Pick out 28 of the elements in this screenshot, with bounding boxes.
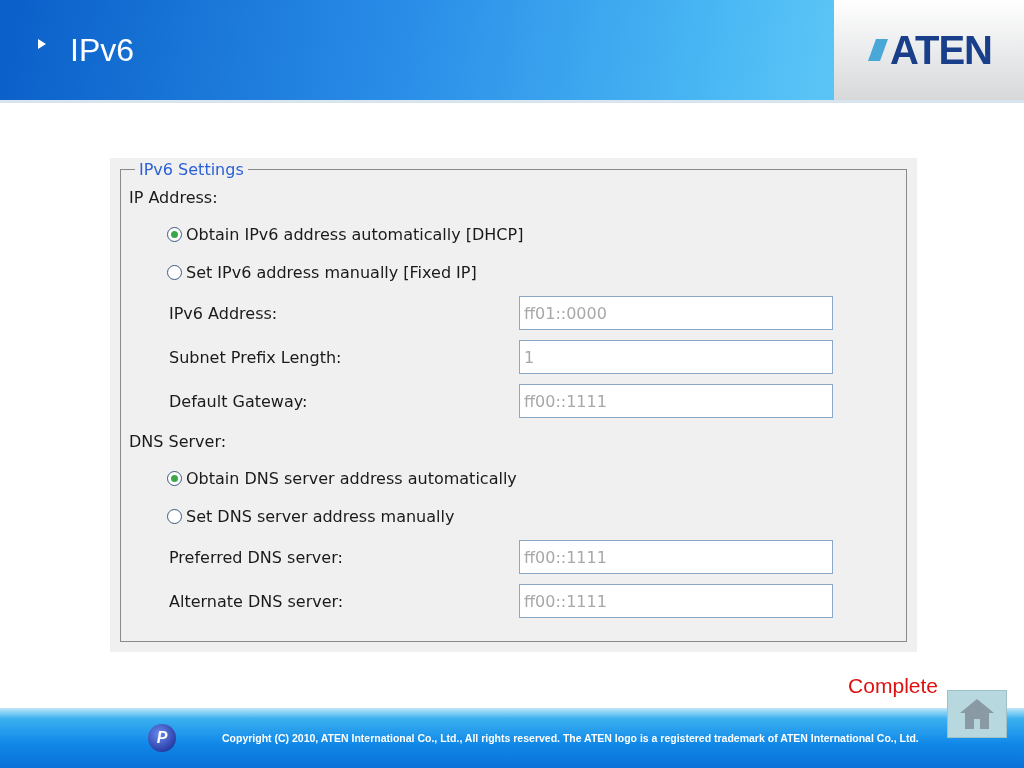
complete-link[interactable]: Complete [848,674,938,698]
triangle-bullet-icon [38,39,46,49]
section-label: DNS Server: [129,430,228,453]
radio-option[interactable]: Obtain IPv6 address automatically [DHCP] [129,215,896,253]
field-label: IPv6 Address: [169,303,279,323]
radio-label: Set IPv6 address manually [Fixed IP] [186,262,477,282]
field-label: Alternate DNS server: [169,591,345,611]
field-label: Preferred DNS server: [169,547,344,567]
radio-label: Set DNS server address manually [186,506,455,526]
section-label: IP Address: [129,186,219,209]
slide-title: IPv6 [70,31,135,69]
radio-button[interactable] [167,264,182,280]
radio-option[interactable]: Set IPv6 address manually [Fixed IP] [129,253,896,291]
copyright-text: Copyright (C) 2010, ATEN International Co., Ltd., All rights reserved. The ATEN logo is a registered trademark of ATEN International Co., Ltd. [222,732,919,744]
radio-button[interactable] [167,470,182,486]
radio-label: Obtain IPv6 address automatically [DHCP] [186,224,524,244]
group-legend: IPv6 Settings [135,160,248,179]
radio-label: Obtain DNS server address automatically [186,468,517,488]
badge-icon: P [148,724,176,752]
field-label: Default Gateway: [169,391,309,411]
radio-option[interactable]: Obtain DNS server address automatically [129,459,896,497]
radio-button[interactable] [167,226,182,242]
field-label: Subnet Prefix Length: [169,347,343,367]
radio-option[interactable]: Set DNS server address manually [129,497,896,535]
home-icon [960,699,994,729]
logo-text: ATEN [890,27,992,73]
radio-button[interactable] [167,508,182,524]
logo-swoosh-icon [866,37,889,63]
